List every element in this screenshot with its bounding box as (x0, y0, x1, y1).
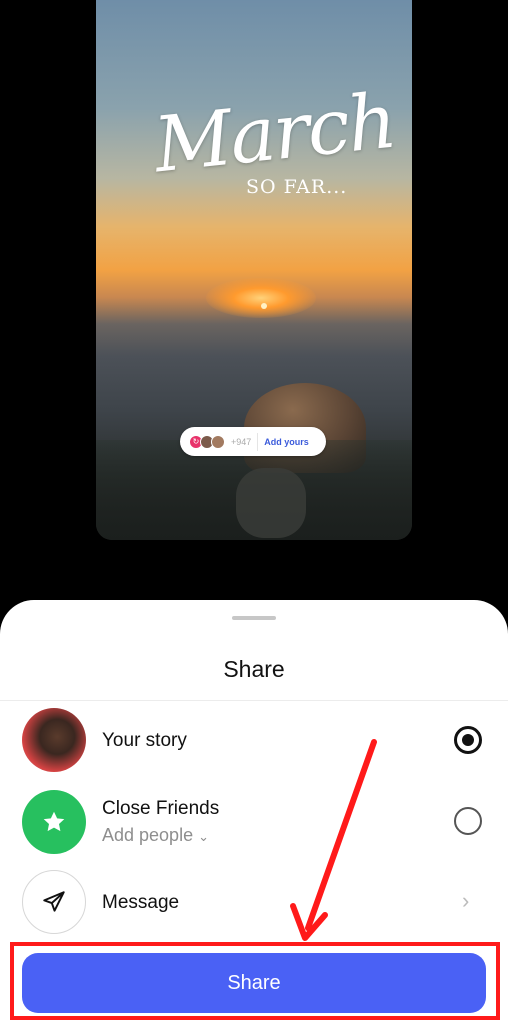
sun (261, 303, 267, 309)
option-close-friends[interactable]: Close Friends Add people ⌄ (0, 790, 508, 860)
chevron-right-icon: › (462, 888, 470, 913)
sun-glow (206, 278, 316, 318)
story-preview: March SO FAR... ↻ +947 Add yours (96, 0, 412, 540)
option-label: Message (102, 892, 180, 913)
story-title: March (150, 75, 399, 190)
radio-selected[interactable] (454, 726, 482, 754)
star-icon (43, 811, 65, 832)
share-button[interactable]: Share (22, 953, 486, 1013)
add-yours-sticker[interactable]: ↻ +947 Add yours (180, 427, 326, 456)
sticker-count: +947 (231, 436, 252, 447)
radio-unselected[interactable] (454, 807, 482, 835)
message-icon-container (22, 870, 86, 934)
option-label: Your story (102, 730, 187, 751)
drag-handle[interactable] (232, 616, 276, 620)
town-road (236, 468, 306, 538)
sticker-divider (257, 432, 259, 451)
close-friends-icon (22, 790, 86, 854)
avatar (22, 708, 86, 772)
sheet-title: Share (223, 656, 285, 682)
chevron-down-icon: ⌄ (198, 829, 210, 844)
option-message[interactable]: Message › (0, 870, 508, 940)
option-label: Close Friends (102, 798, 220, 819)
add-people-dropdown[interactable]: Add people ⌄ (102, 825, 209, 846)
send-icon (43, 891, 65, 912)
add-people-label: Add people (102, 825, 194, 845)
story-subtitle: SO FAR... (246, 176, 348, 198)
add-yours-label[interactable]: Add yours (264, 437, 309, 447)
sticker-avatars: ↻ (189, 434, 225, 449)
option-your-story[interactable]: Your story (0, 708, 508, 778)
sticker-avatar (211, 434, 225, 449)
divider (0, 700, 508, 701)
